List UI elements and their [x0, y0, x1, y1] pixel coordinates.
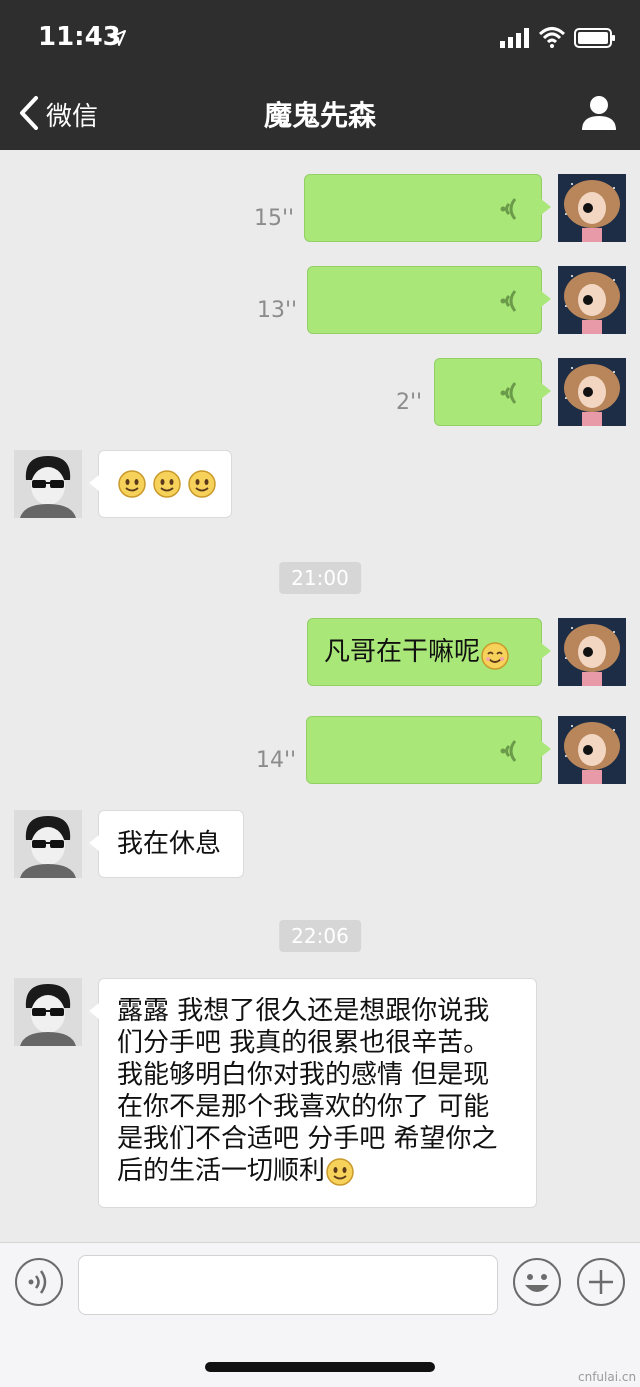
chat-title: 魔鬼先森	[263, 99, 376, 132]
contact-avatar[interactable]	[14, 978, 82, 1046]
my-avatar[interactable]	[558, 266, 626, 334]
voice-message-bubble[interactable]	[434, 358, 551, 426]
wifi-icon	[538, 27, 566, 48]
voice-wave-icon	[500, 290, 517, 312]
message-line: 在你不是那个我喜欢的你了 可能	[117, 1092, 490, 1122]
voice-message-bubble[interactable]	[307, 266, 551, 334]
voice-wave-icon	[500, 382, 517, 404]
message-line: 是我们不合适吧 分手吧 希望你之	[117, 1124, 498, 1154]
timestamp-pill: 21:00	[279, 562, 361, 594]
smile-emoji-icon	[326, 1157, 354, 1186]
signal-icon	[500, 28, 529, 48]
emoji-message-bubble[interactable]	[89, 450, 232, 518]
contact-avatar[interactable]	[14, 450, 82, 518]
message-line: 露露 我想了很久还是想跟你说我	[117, 996, 490, 1026]
my-avatar[interactable]	[558, 618, 626, 686]
contact-profile-icon[interactable]	[582, 94, 616, 130]
message-line: 们分手吧 我真的很累也很辛苦。	[117, 1028, 490, 1058]
watermark: cnfulai.cn	[578, 1370, 637, 1384]
text-message-bubble[interactable]: 露露 我想了很久还是想跟你说我 们分手吧 我真的很累也很辛苦。 我能够明白你对我…	[89, 978, 537, 1208]
message-line: 我能够明白你对我的感情 但是现	[117, 1060, 490, 1090]
message-line: 后的生活一切顺利	[117, 1156, 326, 1186]
my-avatar[interactable]	[558, 358, 626, 426]
voice-wave-icon	[500, 740, 517, 762]
voice-input-icon[interactable]	[14, 1257, 64, 1307]
voice-wave-icon	[500, 198, 517, 220]
voice-duration: 13''	[257, 298, 298, 323]
emoji-picker-icon[interactable]	[512, 1257, 562, 1307]
text-message-bubble[interactable]: 我在休息	[89, 810, 244, 878]
smile-emoji-icon	[481, 641, 509, 670]
home-indicator[interactable]	[205, 1362, 435, 1372]
status-time: 11:43	[38, 22, 121, 52]
message-input[interactable]	[78, 1255, 498, 1315]
my-avatar[interactable]	[558, 174, 626, 242]
voice-message-bubble[interactable]	[304, 174, 551, 242]
message-text: 凡哥在干嘛呢	[324, 637, 481, 667]
smile-emoji-icon	[118, 470, 146, 498]
text-message-bubble[interactable]: 凡哥在干嘛呢	[307, 618, 551, 686]
chat-area[interactable]: 15'' 13'' 2'' 21:00 凡哥在干嘛呢 14'' 我在休息 22:…	[0, 150, 640, 1242]
voice-duration: 2''	[396, 390, 423, 415]
top-bar: 11:43 微信 魔鬼先森	[0, 0, 640, 150]
timestamp-pill: 22:06	[279, 920, 361, 952]
contact-avatar[interactable]	[14, 810, 82, 878]
voice-message-bubble[interactable]	[306, 716, 551, 784]
battery-icon	[574, 28, 615, 48]
message-text: 我在休息	[117, 829, 222, 859]
location-arrow-icon	[110, 30, 126, 46]
my-avatar[interactable]	[558, 716, 626, 784]
smile-emoji-icon	[188, 470, 216, 498]
voice-duration: 14''	[256, 748, 297, 773]
voice-duration: 15''	[254, 206, 295, 231]
plus-icon[interactable]	[576, 1257, 626, 1307]
smile-emoji-icon	[153, 470, 181, 498]
